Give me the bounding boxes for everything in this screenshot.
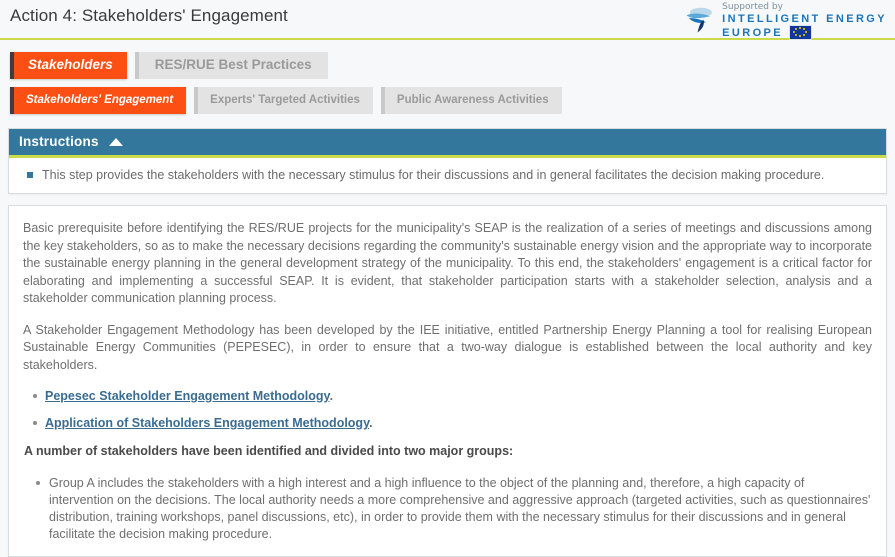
logo-line-1: INTELLIGENT ENERGY — [722, 13, 887, 25]
eu-flag-icon — [789, 25, 813, 40]
caret-up-icon[interactable] — [108, 137, 123, 146]
content-panel: Basic prerequisite before identifying th… — [8, 205, 887, 557]
body-paragraph-2: A Stakeholder Engagement Methodology has… — [23, 322, 872, 372]
instructions-header[interactable]: Instructions — [9, 129, 886, 158]
stakeholder-group-list: Group A includes the stakeholders with a… — [23, 475, 872, 543]
instructions-title: Instructions — [19, 134, 99, 149]
primary-tab-bar: Stakeholders RES/RUE Best Practices — [0, 40, 895, 79]
iee-logo: Supported by INTELLIGENT ENERGY EUROPE — [683, 1, 887, 40]
tab-res-rue-best-practices[interactable]: RES/RUE Best Practices — [134, 52, 328, 79]
list-item: Group A includes the stakeholders with a… — [36, 476, 871, 541]
list-item: This step provides the stakeholders with… — [21, 167, 874, 183]
tab-experts-targeted-activities[interactable]: Experts' Targeted Activities — [194, 87, 373, 114]
link-trailing-dot: . — [369, 416, 373, 430]
leaf-swoosh-icon — [686, 7, 713, 33]
logo-line-2: EUROPE — [722, 25, 887, 40]
methodology-link-list: Pepesec Stakeholder Engagement Methodolo… — [23, 388, 872, 431]
instructions-body: This step provides the stakeholders with… — [9, 158, 886, 193]
instructions-panel: Instructions This step provides the stak… — [8, 128, 887, 194]
link-trailing-dot: . — [329, 389, 334, 403]
tab-stakeholders[interactable]: Stakeholders — [10, 52, 127, 79]
list-item: Application of Stakeholders Engagement M… — [33, 415, 872, 431]
page-header: Action 4: Stakeholders' Engagement Suppo… — [0, 0, 895, 40]
logo-line-1-label: INTELLIGENT ENERGY — [722, 13, 887, 25]
square-bullet-icon — [27, 172, 33, 178]
tab-stakeholders-engagement[interactable]: Stakeholders' Engagement — [10, 87, 187, 114]
logo-supported-by: Supported by — [722, 2, 783, 12]
body-paragraph-1: Basic prerequisite before identifying th… — [23, 221, 872, 305]
tab-public-awareness-activities[interactable]: Public Awareness Activities — [380, 87, 562, 114]
link-application-of-stakeholders-engagement-methodology[interactable]: Application of Stakeholders Engagement M… — [45, 416, 369, 430]
groups-heading: A number of stakeholders have been ident… — [24, 444, 514, 458]
logo-text: Supported by INTELLIGENT ENERGY EUROPE — [722, 1, 887, 40]
link-pepesec-stakeholder-engagement-methodology[interactable]: Pepesec Stakeholder Engagement Methodolo… — [45, 389, 330, 403]
list-item: Pepesec Stakeholder Engagement Methodolo… — [33, 388, 872, 404]
page-title: Action 4: Stakeholders' Engagement — [10, 6, 288, 25]
instruction-text: This step provides the stakeholders with… — [42, 168, 825, 182]
secondary-tab-bar: Stakeholders' Engagement Experts' Target… — [0, 79, 895, 114]
logo-line-2-label: EUROPE — [722, 26, 784, 39]
